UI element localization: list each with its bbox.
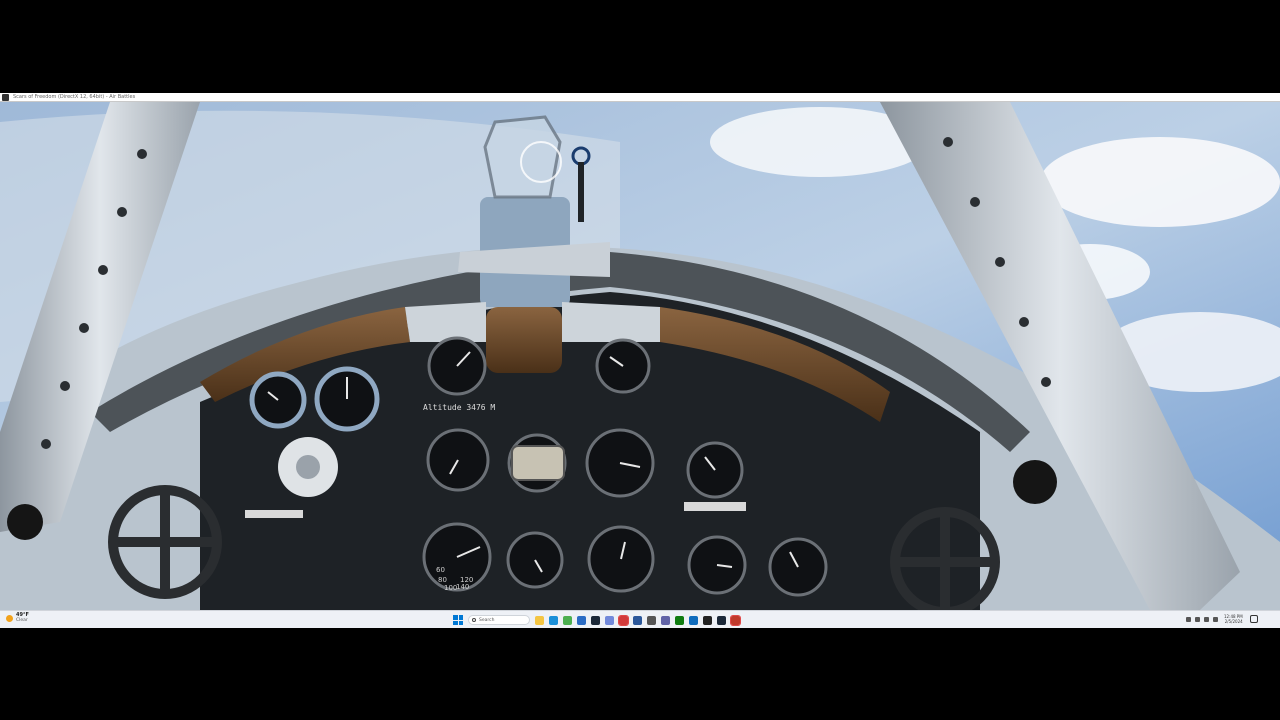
letterbox-bottom xyxy=(0,628,1280,720)
game-window[interactable]: Scars of Freedom (DirectX 12, 64bit) - A… xyxy=(0,93,1280,628)
window-titlebar[interactable]: Scars of Freedom (DirectX 12, 64bit) - A… xyxy=(0,93,1280,102)
battery-icon[interactable] xyxy=(1213,616,1218,622)
placard xyxy=(245,510,303,518)
active-app-icon[interactable] xyxy=(730,614,741,626)
discord-icon[interactable] xyxy=(605,615,614,625)
cockpit-scene: 60 80 100 120 140 Altitude 3476 M xyxy=(0,102,1280,610)
canopy-knob-left xyxy=(7,504,43,540)
letterbox-top xyxy=(0,0,1280,93)
canopy-knob-right xyxy=(1013,460,1057,504)
pad-bracket xyxy=(405,302,486,342)
clock-date: 2/5/2024 xyxy=(1224,619,1243,624)
altitude-label: Altitude 3476 M xyxy=(423,403,495,412)
steam-icon-2[interactable] xyxy=(717,615,726,625)
placard xyxy=(684,502,746,511)
network-icon[interactable] xyxy=(1195,616,1200,622)
taskbar-search[interactable]: Search xyxy=(468,615,530,625)
steam-icon[interactable] xyxy=(591,615,600,625)
notification-icon[interactable] xyxy=(1249,615,1258,623)
outlook-icon[interactable] xyxy=(689,615,698,625)
sun-icon xyxy=(6,614,13,622)
search-icon xyxy=(472,618,476,622)
windows-taskbar: 49°F Clear Search 12:48 PM 2/5/2024 xyxy=(0,610,1280,628)
svg-text:80: 80 xyxy=(438,576,447,584)
search-placeholder: Search xyxy=(479,617,495,623)
teams-icon[interactable] xyxy=(661,615,670,625)
weather-condition: Clear xyxy=(16,618,28,623)
trim-wheel-right xyxy=(890,507,1000,610)
clock[interactable]: 12:48 PM 2/5/2024 xyxy=(1224,614,1243,624)
attitude-indicator xyxy=(511,445,565,481)
word-icon[interactable] xyxy=(633,615,642,625)
chrome-icon[interactable] xyxy=(563,615,572,625)
fuel-cock-center xyxy=(296,455,320,479)
start-button[interactable] xyxy=(453,615,463,625)
taskbar-center: Search xyxy=(453,614,741,626)
weather-widget[interactable]: 49°F Clear xyxy=(6,613,29,623)
xbox-icon[interactable] xyxy=(675,615,684,625)
store-icon[interactable] xyxy=(577,615,586,625)
crash-pad-center xyxy=(486,307,562,373)
svg-text:60: 60 xyxy=(436,566,445,574)
media-icon[interactable] xyxy=(703,615,712,625)
cockpit-view[interactable]: 60 80 100 120 140 Altitude 3476 M xyxy=(0,102,1280,610)
volume-icon[interactable] xyxy=(1204,616,1209,622)
settings-icon[interactable] xyxy=(647,615,656,625)
game-icon[interactable] xyxy=(618,614,629,626)
cloud xyxy=(1040,137,1280,227)
gunsight-post xyxy=(578,162,584,222)
trim-wheel-left xyxy=(108,485,222,599)
pad-bracket xyxy=(562,302,660,342)
system-tray: 12:48 PM 2/5/2024 xyxy=(1186,614,1258,624)
edge-icon[interactable] xyxy=(549,615,558,625)
window-title: Scars of Freedom (DirectX 12, 64bit) - A… xyxy=(13,94,136,100)
app-icon xyxy=(2,93,9,101)
svg-text:140: 140 xyxy=(456,583,469,591)
chevron-up-icon[interactable] xyxy=(1186,616,1191,622)
file-explorer-icon[interactable] xyxy=(535,615,544,625)
